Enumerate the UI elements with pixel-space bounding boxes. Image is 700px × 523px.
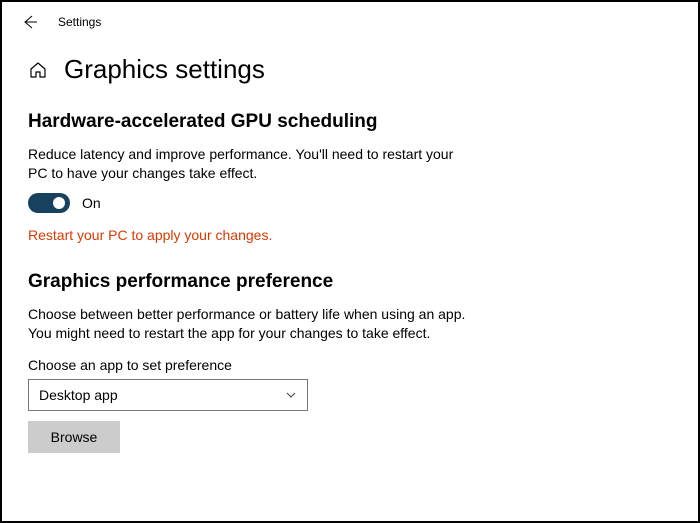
page-title: Graphics settings xyxy=(64,54,265,85)
browse-button[interactable]: Browse xyxy=(28,421,120,453)
choose-app-label: Choose an app to set preference xyxy=(28,357,672,373)
chevron-down-icon xyxy=(285,389,297,401)
app-type-selected: Desktop app xyxy=(39,387,118,403)
toggle-knob xyxy=(53,197,65,209)
back-arrow-icon[interactable] xyxy=(20,12,40,32)
app-type-select[interactable]: Desktop app xyxy=(28,379,308,411)
home-icon[interactable] xyxy=(28,60,48,80)
gpu-scheduling-description: Reduce latency and improve performance. … xyxy=(28,145,458,183)
toggle-state-label: On xyxy=(82,195,101,211)
performance-pref-description: Choose between better performance or bat… xyxy=(28,305,478,343)
gpu-scheduling-heading: Hardware-accelerated GPU scheduling xyxy=(28,111,672,133)
performance-pref-heading: Graphics performance preference xyxy=(28,271,672,293)
gpu-scheduling-toggle[interactable] xyxy=(28,193,70,213)
restart-warning: Restart your PC to apply your changes. xyxy=(28,227,672,243)
topbar-title: Settings xyxy=(58,15,101,29)
